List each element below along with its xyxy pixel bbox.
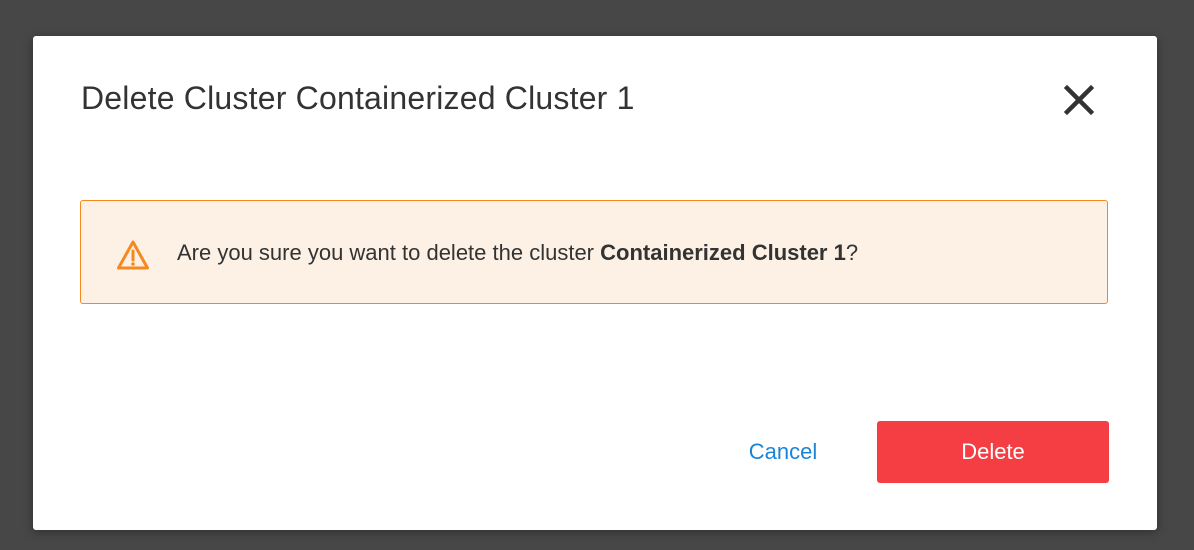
close-button[interactable] [1059,80,1099,120]
warning-icon [117,240,149,270]
dialog-actions: Cancel Delete [713,421,1109,483]
cluster-name: Containerized Cluster 1 [600,240,846,265]
cancel-button[interactable]: Cancel [713,421,853,483]
dialog-title: Delete Cluster Containerized Cluster 1 [81,80,635,116]
alert-message: Are you sure you want to delete the clus… [177,239,858,267]
close-icon [1063,84,1095,116]
warning-alert: Are you sure you want to delete the clus… [80,200,1108,304]
alert-message-suffix: ? [845,240,859,265]
alert-message-prefix: Are you sure you want to delete the clus… [177,240,601,265]
delete-cluster-dialog: Delete Cluster Containerized Cluster 1 A… [33,36,1157,530]
delete-button[interactable]: Delete [877,421,1109,483]
